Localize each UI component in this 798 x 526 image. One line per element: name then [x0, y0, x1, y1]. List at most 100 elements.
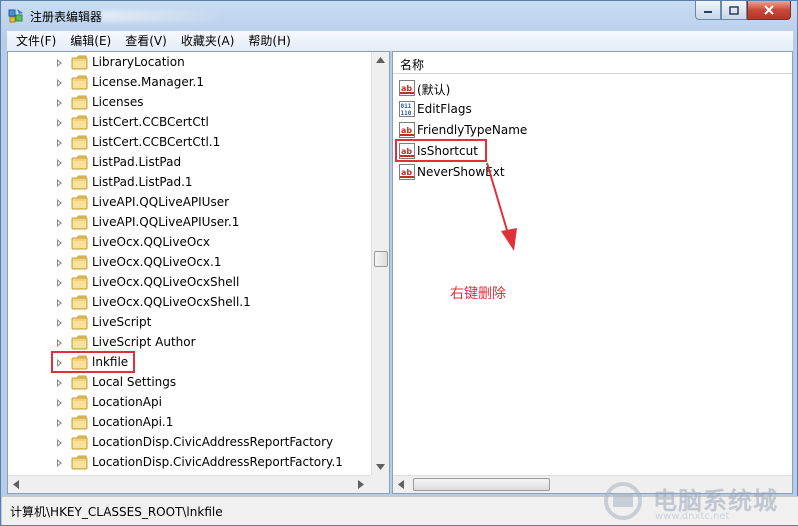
string-value-icon: ab	[399, 80, 415, 96]
tree-item[interactable]: LocationDisp.CivicAddressReportFactory.1	[8, 453, 371, 473]
tree-item[interactable]: ListPad.ListPad	[8, 153, 371, 173]
title-bar: 注册表编辑器	[1, 1, 797, 31]
expand-arrow-icon[interactable]	[57, 179, 62, 187]
tree-item-label: LiveOcx.QQLiveOcxShell	[92, 275, 240, 289]
scroll-down-arrow-icon[interactable]	[376, 464, 385, 470]
expand-arrow-icon[interactable]	[57, 279, 62, 287]
tree-item-label: LiveOcx.QQLiveOcx.1	[92, 255, 222, 269]
value-row[interactable]: ab FriendlyTypeName	[393, 120, 792, 141]
expand-arrow-icon[interactable]	[57, 459, 62, 467]
expand-arrow-icon[interactable]	[57, 59, 62, 67]
close-button[interactable]	[747, 1, 791, 20]
tree-item[interactable]: LiveScript	[8, 313, 371, 333]
blurred-title-region	[101, 10, 221, 22]
expand-arrow-icon[interactable]	[57, 399, 62, 407]
tree-item[interactable]: Licenses	[8, 93, 371, 113]
folder-icon	[71, 295, 88, 310]
value-row[interactable]: ab NeverShowExt	[393, 162, 792, 183]
expand-arrow-icon[interactable]	[57, 159, 62, 167]
tree-item[interactable]: LocationApi	[8, 393, 371, 413]
expand-arrow-icon[interactable]	[57, 119, 62, 127]
svg-text:110: 110	[401, 110, 412, 117]
expand-arrow-icon[interactable]	[57, 219, 62, 227]
tree-item[interactable]: License.Manager.1	[8, 73, 371, 93]
tree-item-label: LiveScript Author	[92, 335, 196, 349]
menu-help[interactable]: 帮助(H)	[241, 31, 297, 51]
folder-icon	[71, 155, 88, 170]
expand-arrow-icon[interactable]	[57, 379, 62, 387]
tree-item[interactable]: LocationApi.1	[8, 413, 371, 433]
expand-arrow-icon[interactable]	[57, 339, 62, 347]
tree-scroll-thumb[interactable]	[374, 251, 388, 267]
expand-arrow-icon[interactable]	[57, 439, 62, 447]
annotation-arrow-icon	[486, 162, 517, 251]
tree-item[interactable]: LiveOcx.QQLiveOcx.1	[8, 253, 371, 273]
menu-bar: 文件(F) 编辑(E) 查看(V) 收藏夹(A) 帮助(H)	[7, 31, 793, 51]
tree-item-label: LiveAPI.QQLiveAPIUser	[92, 195, 230, 209]
minimize-button[interactable]	[695, 1, 721, 20]
tree-item-label: LiveScript	[92, 315, 152, 329]
folder-icon	[71, 115, 88, 130]
tree-item[interactable]: Local Settings	[8, 373, 371, 393]
scroll-right-arrow-icon[interactable]	[358, 480, 364, 489]
tree-item-label: ListPad.ListPad.1	[92, 175, 193, 189]
watermark: 电脑系统城 www.dnxtc.net	[593, 479, 793, 525]
values-pane: 名称 ab (默认) 011 110 EditFlags ab FriendlyTypeNa…	[392, 51, 793, 494]
svg-text:ab: ab	[401, 126, 412, 135]
registry-editor-window: 注册表编辑器 文件(F) 编辑(E) 查看(V) 收藏夹(A) 帮助(H) Li…	[0, 0, 798, 526]
folder-icon	[71, 195, 88, 210]
expand-arrow-icon[interactable]	[57, 299, 62, 307]
folder-icon	[71, 415, 88, 430]
close-icon	[764, 5, 774, 15]
scroll-left-arrow-icon[interactable]	[398, 480, 404, 489]
binary-value-icon: 011110	[399, 101, 415, 117]
expand-arrow-icon[interactable]	[57, 239, 62, 247]
scrollbar-corner	[371, 475, 389, 493]
folder-icon	[71, 375, 88, 390]
maximize-button[interactable]	[721, 1, 747, 20]
tree-item-label: LiveAPI.QQLiveAPIUser.1	[92, 215, 240, 229]
tree-item[interactable]: LiveOcx.QQLiveOcxShell	[8, 273, 371, 293]
tree-vertical-scrollbar[interactable]	[371, 52, 389, 475]
tree-item[interactable]: ListCert.CCBCertCtl	[8, 113, 371, 133]
menu-view[interactable]: 查看(V)	[118, 31, 174, 51]
tree-item[interactable]: LocationDisp.CivicAddressReportFactory	[8, 433, 371, 453]
tree-item-label: LocationApi.1	[92, 415, 174, 429]
value-row[interactable]: ab (默认)	[393, 78, 792, 99]
expand-arrow-icon[interactable]	[57, 419, 62, 427]
scroll-up-arrow-icon[interactable]	[376, 57, 385, 63]
folder-icon	[71, 55, 88, 70]
value-row[interactable]: 011 110 EditFlags	[393, 99, 792, 120]
name-column-header[interactable]: 名称	[393, 52, 792, 74]
annotation-right-click-delete: 右键删除	[450, 286, 506, 302]
tree-horizontal-scrollbar[interactable]	[8, 475, 371, 493]
expand-arrow-icon[interactable]	[57, 319, 62, 327]
minimize-icon	[704, 11, 712, 13]
tree-item[interactable]: LiveAPI.QQLiveAPIUser	[8, 193, 371, 213]
menu-file[interactable]: 文件(F)	[9, 31, 63, 51]
maximize-icon	[729, 5, 739, 15]
folder-icon	[71, 255, 88, 270]
string-value-icon: ab	[399, 164, 415, 180]
tree-item-label: Local Settings	[92, 375, 177, 389]
scroll-left-arrow-icon[interactable]	[13, 480, 19, 489]
expand-arrow-icon[interactable]	[57, 199, 62, 207]
expand-arrow-icon[interactable]	[57, 139, 62, 147]
expand-arrow-icon[interactable]	[57, 99, 62, 107]
tree-item[interactable]: LibraryLocation	[8, 53, 371, 73]
tree-item[interactable]: LiveOcx.QQLiveOcx	[8, 233, 371, 253]
value-name: FriendlyTypeName	[417, 123, 528, 137]
folder-icon	[71, 235, 88, 250]
tree-item[interactable]: ListPad.ListPad.1	[8, 173, 371, 193]
tree-item[interactable]: LiveAPI.QQLiveAPIUser.1	[8, 213, 371, 233]
tree-item[interactable]: LiveScript Author	[8, 333, 371, 353]
menu-favorites[interactable]: 收藏夹(A)	[174, 31, 242, 51]
expand-arrow-icon[interactable]	[57, 79, 62, 87]
tree-item-label: ListPad.ListPad	[92, 155, 182, 169]
expand-arrow-icon[interactable]	[57, 259, 62, 267]
folder-icon	[71, 135, 88, 150]
values-scroll-thumb[interactable]	[413, 478, 550, 491]
menu-edit[interactable]: 编辑(E)	[63, 31, 118, 51]
tree-item[interactable]: ListCert.CCBCertCtl.1	[8, 133, 371, 153]
tree-item[interactable]: LiveOcx.QQLiveOcxShell.1	[8, 293, 371, 313]
